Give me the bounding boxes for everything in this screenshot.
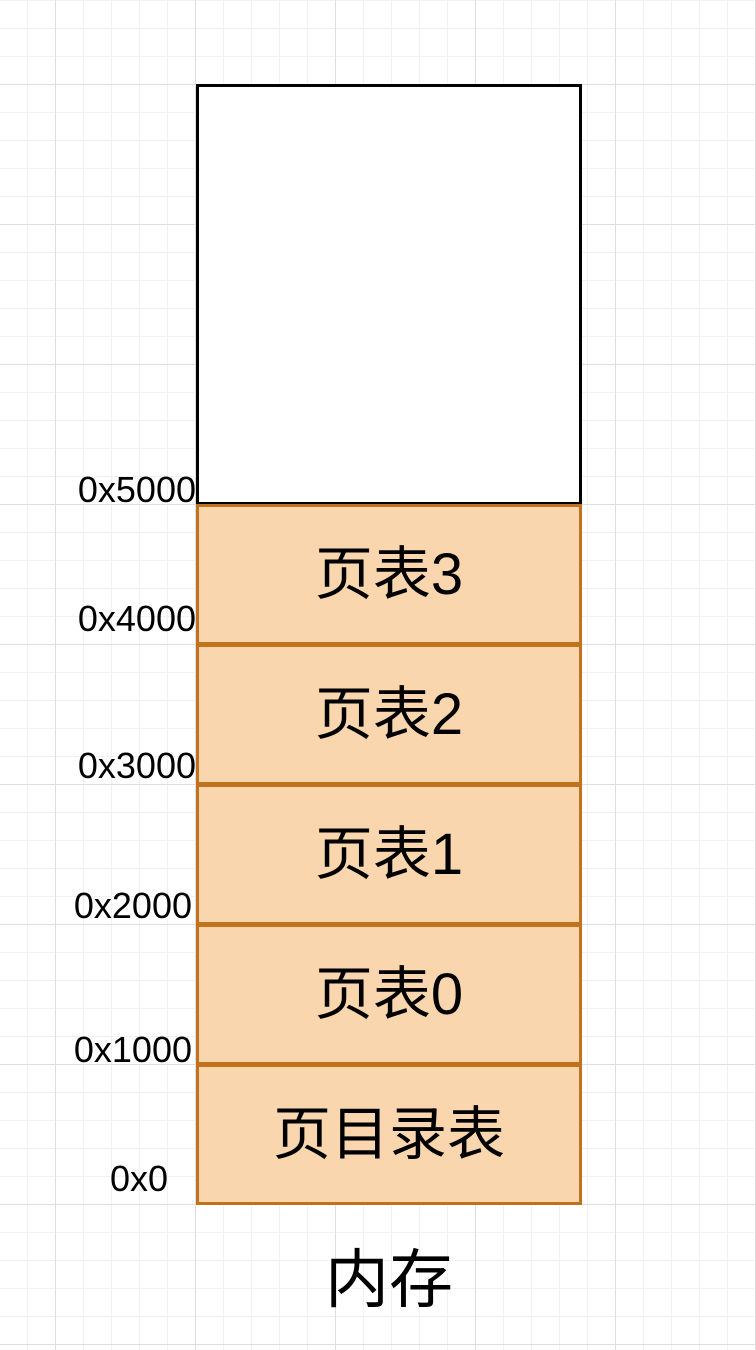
- page-table-2-block: 页表2: [196, 644, 582, 785]
- page-table-0-label: 页表0: [314, 961, 464, 1027]
- memory-title: 内存: [325, 1244, 453, 1316]
- page-table-1-block: 页表1: [196, 784, 582, 925]
- page-table-2-label: 页表2: [314, 681, 464, 747]
- address-label-0x5000: 0x5000: [77, 469, 196, 510]
- address-label-0x3000: 0x3000: [77, 745, 196, 786]
- address-label-0x4000: 0x4000: [77, 598, 196, 639]
- page-table-0-block: 页表0: [196, 924, 582, 1065]
- page-table-3-label: 页表3: [314, 541, 464, 607]
- page-table-1-label: 页表1: [314, 821, 464, 887]
- address-label-0x0: 0x0: [109, 1158, 168, 1199]
- address-label-0x1000: 0x1000: [73, 1029, 192, 1070]
- page-directory-block: 页目录表: [196, 1064, 582, 1205]
- address-label-0x2000: 0x2000: [73, 885, 192, 926]
- page-directory-label: 页目录表: [272, 1101, 505, 1167]
- page-table-3-block: 页表3: [196, 504, 582, 645]
- free-memory-region: [196, 84, 582, 505]
